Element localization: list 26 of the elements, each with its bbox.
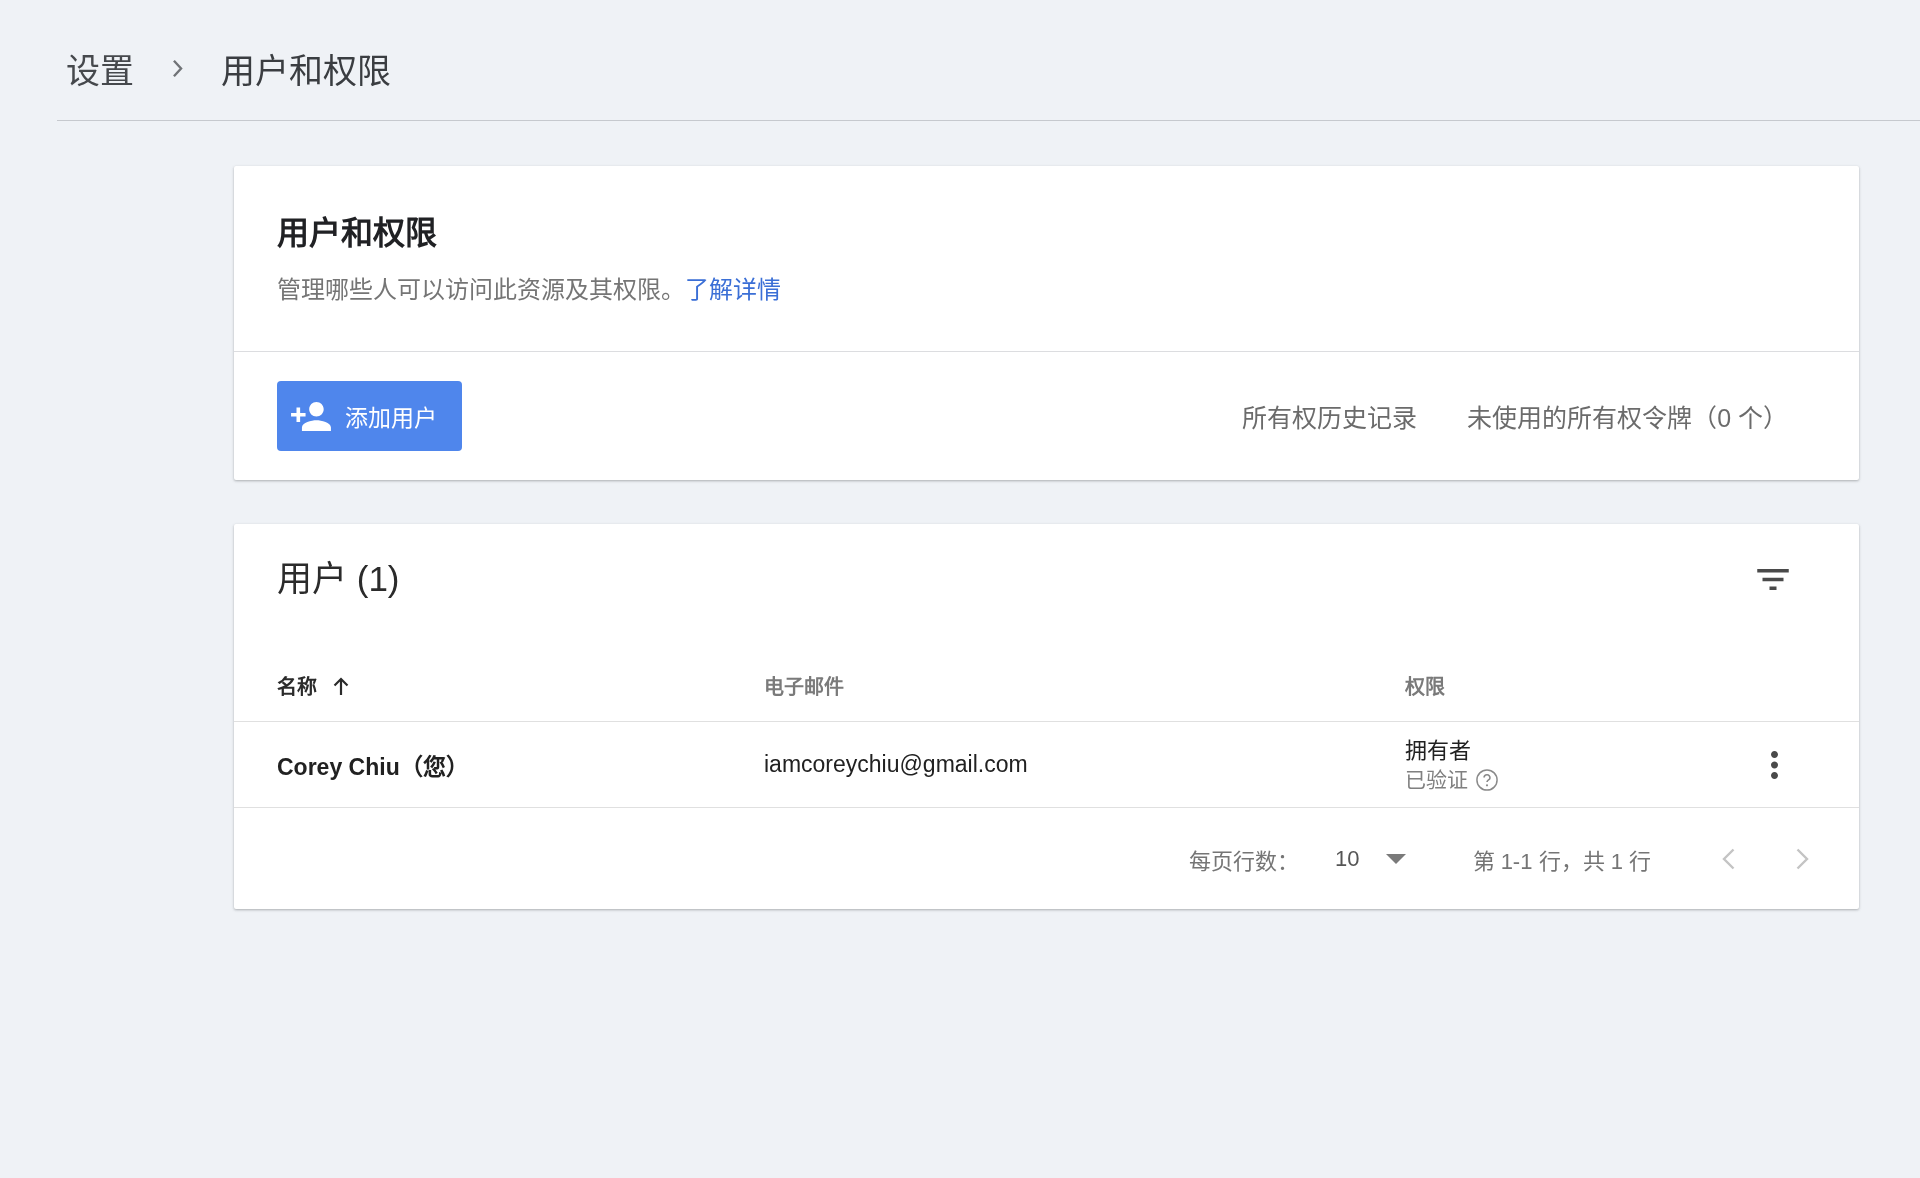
breadcrumb-link[interactable]: 设置 [66, 43, 134, 93]
card-title: 用户和权限 [277, 214, 437, 253]
column-header[interactable]: 权限 [1405, 671, 1445, 700]
description-text: 管理哪些人可以访问此资源及其权限。了解详情 [277, 275, 781, 305]
rows-per-page-select[interactable]: 10 [1335, 845, 1406, 872]
filter-icon[interactable] [1757, 568, 1789, 590]
verification-status: 已验证 [1405, 766, 1468, 793]
permission-text: 拥有者 [1405, 736, 1471, 765]
more-options-icon[interactable] [1770, 750, 1778, 779]
text-link-button[interactable]: 所有权历史记录 [1242, 398, 1418, 434]
user-email: iamcoreychiu@gmail.com [764, 751, 1028, 778]
rows-per-page-label: 每页行数： [1189, 847, 1300, 875]
person-add-icon [291, 401, 331, 431]
column-header[interactable]: 名称 [277, 671, 349, 700]
help-icon[interactable] [1476, 768, 1498, 791]
caret-down-icon [1385, 853, 1406, 864]
column-header[interactable]: 电子邮件 [764, 671, 844, 700]
section-title: 用户 (1) [277, 558, 400, 600]
breadcrumb-current[interactable]: 用户和权限 [221, 43, 391, 93]
sort-up-arrow-icon [333, 676, 349, 695]
chevron-right-icon [172, 58, 183, 78]
add-user-button[interactable]: 添加用户 [277, 381, 462, 451]
text-link-button[interactable]: 未使用的所有权令牌（0 个） [1467, 398, 1788, 434]
user-name: Corey Chiu（您） [277, 752, 469, 782]
page-range-text: 第 1-1 行，共 1 行 [1472, 847, 1651, 875]
learn-more-link[interactable]: 了解详情 [685, 276, 781, 303]
